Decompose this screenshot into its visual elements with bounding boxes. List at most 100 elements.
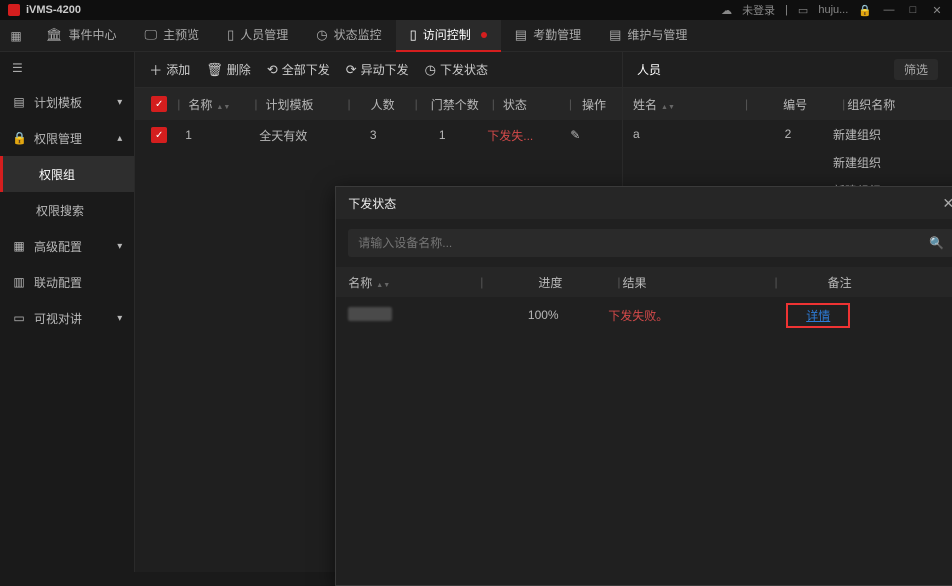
all-send-button[interactable]: ⟲全部下发 — [267, 61, 330, 78]
divider: | — [785, 4, 788, 16]
modal-title: 下发状态 — [348, 195, 396, 212]
monitor-icon: 🖵 — [145, 27, 158, 43]
sidebar-item-permission-group[interactable]: 权限组 — [0, 156, 134, 192]
col-people[interactable]: 人数 — [353, 96, 413, 113]
toolbar: ＋添加 🗑删除 ⟲全部下发 ⟳异动下发 ◷下发状态 — [135, 52, 622, 88]
right-row[interactable]: 新建组织 — [623, 148, 952, 176]
sort-icon[interactable]: ▲▼ — [216, 105, 230, 110]
delete-button[interactable]: 🗑删除 — [206, 61, 251, 78]
detail-link[interactable]: 详情 — [806, 309, 830, 323]
tab-status-monitor[interactable]: ◷ 状态监控 — [302, 20, 395, 52]
app-title: iVMS-4200 — [26, 4, 81, 16]
cloud-icon: ☁ — [721, 4, 732, 17]
sidebar-item-permission-search[interactable]: 权限搜索 — [0, 192, 134, 228]
login-status[interactable]: 未登录 — [742, 2, 775, 18]
sidebar-item-linkage[interactable]: ▥联动配置 — [0, 264, 134, 300]
sidebar: ☰ ▤ 计划模板 ▾ 🔒 权限管理 ▴ 权限组 权限搜索 ▦ 高级配置 ▾ ▥联动配置 ▭ 可… — [0, 52, 135, 572]
apps-icon[interactable]: ▦ — [0, 20, 32, 52]
building-icon: 🏛 — [46, 27, 63, 43]
sidebar-label: 可视对讲 — [34, 310, 82, 327]
chevron-up-icon: ▴ — [117, 133, 122, 144]
right-table-header: 姓名▲▼ | 编号 | 组织名称 — [623, 88, 952, 120]
rcell-id: 2 — [743, 127, 833, 141]
cell-plan: 全天有效 — [253, 127, 339, 144]
mcell-name — [348, 307, 478, 324]
search-icon[interactable]: 🔍 — [929, 236, 944, 250]
diff-send-button[interactable]: ⟳异动下发 — [346, 61, 409, 78]
tab-maintenance[interactable]: ▤维护与管理 — [595, 20, 701, 52]
chevron-down-icon: ▾ — [117, 97, 122, 108]
template-icon: ▤ — [12, 95, 26, 109]
rcol-name[interactable]: 姓名▲▼ — [633, 96, 743, 113]
user-name[interactable]: huju... — [818, 4, 848, 16]
sidebar-label: 高级配置 — [34, 238, 82, 255]
maximize-button[interactable]: □ — [906, 4, 920, 16]
plus-icon: ＋ — [149, 60, 162, 79]
rcell-org: 新建组织 — [833, 126, 942, 143]
top-nav: ▦ 🏛事件中心 🖵主预览 ▯人员管理 ◷ 状态监控 ▯ 访问控制 ▤考勤管理 ▤维护… — [0, 20, 952, 52]
modal-search-input[interactable] — [358, 236, 929, 250]
close-dot-icon[interactable] — [481, 32, 487, 38]
col-name[interactable]: 名称▲▼ — [182, 96, 252, 113]
tab-label: 访问控制 — [423, 26, 471, 43]
sync-icon: ⟳ — [346, 62, 357, 78]
send-status-modal: 下发状态 ✕ 🔍 名称▲▼ | 进度 | 结果 | 备注 100% 下发失败。 — [335, 186, 952, 586]
tab-label: 状态监控 — [334, 26, 382, 43]
mcol-result[interactable]: 结果 — [623, 274, 773, 291]
col-doors[interactable]: 门禁个数 — [420, 96, 490, 113]
tab-access-control[interactable]: ▯ 访问控制 — [396, 20, 501, 52]
table-row[interactable]: ✓ 1 全天有效 3 1 下发失... ✎ — [135, 120, 622, 150]
mcol-note[interactable]: 备注 — [780, 274, 900, 291]
sort-icon[interactable]: ▲▼ — [661, 105, 675, 110]
select-all-checkbox[interactable]: ✓ — [151, 96, 167, 112]
tab-label: 人员管理 — [240, 26, 288, 43]
video-icon: ▭ — [12, 311, 26, 325]
close-button[interactable]: ✕ — [930, 4, 944, 17]
tab-event-center[interactable]: 🏛事件中心 — [32, 20, 131, 52]
hamburger-icon[interactable]: ☰ — [0, 52, 134, 84]
gauge-icon: ◷ — [316, 27, 327, 43]
sidebar-label: 权限搜索 — [36, 202, 84, 219]
tab-attendance[interactable]: ▤考勤管理 — [501, 20, 595, 52]
minimize-button[interactable]: — — [882, 4, 896, 16]
modal-close-icon[interactable]: ✕ — [943, 195, 952, 212]
tab-main-preview[interactable]: 🖵主预览 — [131, 20, 214, 52]
col-plan[interactable]: 计划模板 — [260, 96, 346, 113]
modal-search[interactable]: 🔍 — [348, 229, 952, 257]
contact-icon: ▭ — [798, 4, 808, 17]
blurred-name — [348, 307, 392, 321]
table-header: ✓ | 名称▲▼ | 计划模板 | 人数 | 门禁个数 | 状态 | 操作 — [135, 88, 622, 120]
sidebar-item-permission[interactable]: 🔒 权限管理 ▴ — [0, 120, 134, 156]
lock-icon[interactable]: 🔒 — [858, 4, 872, 17]
cell-edit-icon[interactable]: ✎ — [555, 128, 595, 142]
add-button[interactable]: ＋添加 — [149, 60, 190, 79]
col-status[interactable]: 状态 — [497, 96, 567, 113]
mcol-name[interactable]: 名称▲▼ — [348, 274, 478, 291]
cell-index: 1 — [179, 128, 249, 142]
col-operation[interactable]: 操作 — [574, 96, 614, 113]
calendar-icon: ▤ — [515, 27, 527, 43]
modal-row[interactable]: 100% 下发失败。 详情 — [336, 297, 952, 333]
row-checkbox[interactable]: ✓ — [151, 127, 167, 143]
app-logo — [8, 4, 20, 16]
tab-people-mgmt[interactable]: ▯人员管理 — [213, 20, 302, 52]
sidebar-item-video-intercom[interactable]: ▭可视对讲▾ — [0, 300, 134, 336]
sidebar-label: 权限管理 — [34, 130, 82, 147]
action-label: 下发状态 — [440, 61, 488, 78]
send-status-button[interactable]: ◷下发状态 — [425, 61, 488, 78]
config-icon: ▦ — [12, 239, 26, 253]
mcol-progress[interactable]: 进度 — [485, 274, 615, 291]
filter-button[interactable]: 筛选 — [894, 59, 938, 80]
rcell-name: a — [633, 127, 743, 141]
mcell-progress: 100% — [478, 308, 608, 322]
access-icon: ▯ — [410, 27, 417, 43]
right-row[interactable]: a 2 新建组织 — [623, 120, 952, 148]
sidebar-item-plan-template[interactable]: ▤ 计划模板 ▾ — [0, 84, 134, 120]
rcol-id[interactable]: 编号 — [750, 96, 840, 113]
sidebar-label: 计划模板 — [34, 94, 82, 111]
sidebar-item-advanced[interactable]: ▦高级配置▾ — [0, 228, 134, 264]
send-all-icon: ⟲ — [267, 62, 278, 78]
sort-icon[interactable]: ▲▼ — [376, 283, 390, 288]
lock-icon: 🔒 — [12, 131, 26, 145]
rcol-org[interactable]: 组织名称 — [847, 96, 942, 113]
